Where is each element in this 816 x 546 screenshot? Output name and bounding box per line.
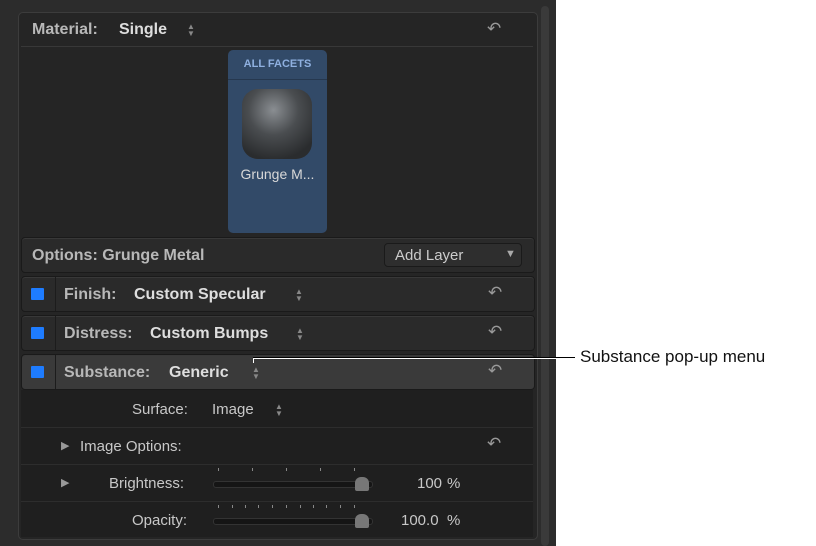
distress-label: Distress:	[64, 325, 133, 342]
image-options-label: Image Options:	[80, 438, 182, 455]
add-layer-label: Add Layer	[395, 247, 464, 264]
disclosure-triangle-icon[interactable]: ▶	[61, 476, 69, 489]
substance-enable-checkbox[interactable]	[31, 366, 44, 378]
brightness-slider-thumb[interactable]	[355, 477, 369, 491]
grunge-metal-thumbnail	[242, 89, 312, 159]
callout-tick	[253, 358, 254, 363]
opacity-value[interactable]: 100.0	[401, 512, 439, 529]
opacity-unit: %	[447, 512, 461, 529]
layer-row-distress[interactable]: Distress: Custom Bumps ▲ ▼ ↶	[21, 315, 535, 351]
opacity-slider[interactable]	[213, 518, 373, 525]
facet-header: ALL FACETS	[243, 58, 312, 70]
callout-line	[253, 357, 575, 358]
scrollbar[interactable]	[541, 6, 549, 546]
image-options-row[interactable]: ▶ Image Options: ↶	[21, 428, 533, 465]
finish-label: Finish:	[64, 286, 117, 303]
opacity-row: Opacity: 100.0 %	[21, 502, 533, 537]
finish-reset-icon[interactable]: ↶	[488, 283, 502, 303]
distress-enable-checkbox[interactable]	[31, 327, 44, 339]
material-updown-icon[interactable]: ▲ ▼	[187, 23, 195, 38]
substance-updown-icon[interactable]: ▲ ▼	[252, 366, 260, 381]
facet-card[interactable]: ALL FACETS Grunge M...	[228, 50, 327, 233]
finish-updown-icon[interactable]: ▲ ▼	[295, 288, 303, 303]
surface-label: Surface:	[132, 401, 188, 418]
add-layer-button[interactable]: Add Layer ▼	[384, 243, 522, 267]
layer-row-substance[interactable]: Substance: Generic ▲ ▼ ↶	[21, 354, 535, 390]
image-options-reset-icon[interactable]: ↶	[487, 434, 501, 454]
brightness-unit: %	[447, 475, 461, 492]
brightness-slider[interactable]	[213, 481, 373, 488]
distress-value[interactable]: Custom Bumps	[150, 325, 268, 343]
finish-value[interactable]: Custom Specular	[134, 286, 266, 304]
options-label: Options: Grunge Metal	[32, 247, 205, 264]
facet-name: Grunge M...	[240, 166, 315, 182]
brightness-value[interactable]: 100	[417, 475, 442, 492]
surface-updown-icon[interactable]: ▲ ▼	[275, 403, 283, 418]
layer-row-finish[interactable]: Finish: Custom Specular ▲ ▼ ↶	[21, 276, 535, 312]
distress-updown-icon[interactable]: ▲ ▼	[296, 327, 304, 342]
material-reset-icon[interactable]: ↶	[487, 19, 501, 39]
brightness-label: Brightness:	[109, 475, 185, 492]
callout-label: Substance pop-up menu	[580, 347, 766, 366]
disclosure-triangle-icon[interactable]: ▶	[61, 439, 69, 452]
substance-label: Substance:	[64, 364, 151, 381]
chevron-down-icon: ▼	[505, 248, 516, 260]
material-value[interactable]: Single	[119, 21, 167, 39]
opacity-slider-thumb[interactable]	[355, 514, 369, 528]
material-panel: Material: Single ▲ ▼ ↶ ALL FACETS Grunge …	[18, 12, 538, 540]
brightness-row: ▶ Brightness: 100 %	[21, 465, 533, 502]
surface-row: Surface: Image ▲ ▼	[21, 390, 533, 428]
material-label: Material:	[32, 21, 98, 38]
distress-reset-icon[interactable]: ↶	[488, 322, 502, 342]
opacity-label: Opacity:	[132, 512, 188, 529]
options-row: Options: Grunge Metal Add Layer ▼	[21, 237, 535, 273]
surface-value[interactable]: Image	[212, 401, 254, 418]
substance-value[interactable]: Generic	[169, 364, 229, 382]
finish-enable-checkbox[interactable]	[31, 288, 44, 300]
substance-reset-icon[interactable]: ↶	[488, 361, 502, 381]
